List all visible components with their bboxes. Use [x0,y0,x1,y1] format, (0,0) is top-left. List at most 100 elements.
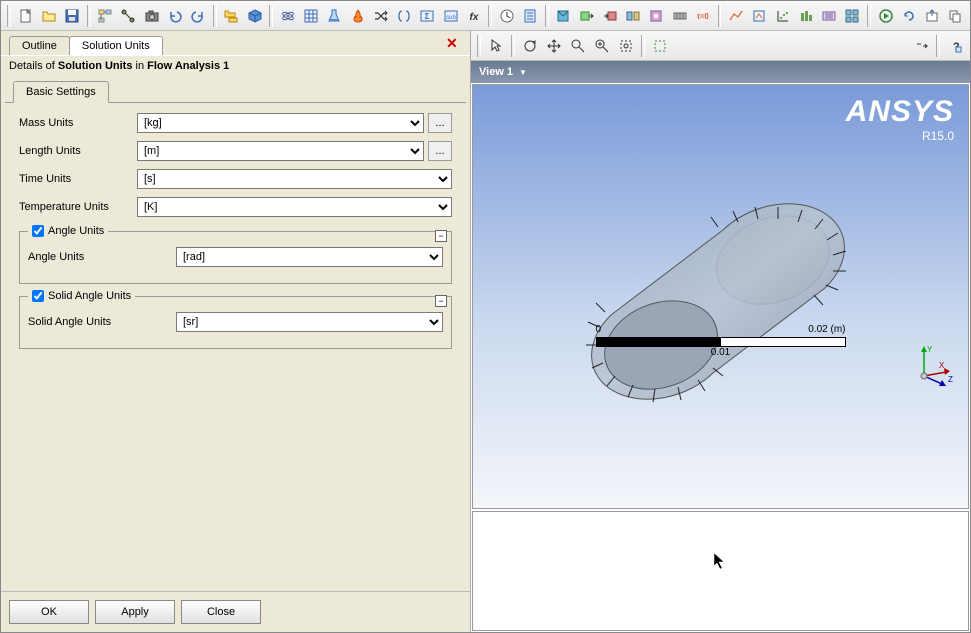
close-button[interactable]: Close [181,600,261,624]
sheet-icon[interactable] [520,5,541,27]
export-icon[interactable] [921,5,942,27]
new-icon[interactable] [15,5,36,27]
cube-icon[interactable] [244,5,265,27]
connector-icon[interactable] [118,5,139,27]
solid-angle-units-legend: Solid Angle Units [28,290,135,302]
inlet-icon[interactable] [576,5,597,27]
angle-units-checkbox[interactable] [32,225,44,237]
panel-tabs: Outline Solution Units ✕ [1,31,470,55]
mesh-icon[interactable] [300,5,321,27]
fx-icon[interactable]: fx [463,5,484,27]
length-units-label: Length Units [19,145,137,157]
svg-text:Σ: Σ [425,12,430,21]
time-units-select[interactable]: [s] [137,169,452,189]
select-icon[interactable] [649,35,671,57]
solid-angle-units-checkbox[interactable] [32,290,44,302]
viewport-3d[interactable]: ANSYS R15.0 [472,84,969,509]
folder-tree-icon[interactable] [221,5,242,27]
solver5-icon[interactable] [818,5,839,27]
fit-icon[interactable] [615,35,637,57]
source-icon[interactable] [646,5,667,27]
scale-max: 0.02 [808,324,827,335]
main-area: Outline Solution Units ✕ Details of Solu… [1,31,970,632]
save-icon[interactable] [61,5,82,27]
apply-button[interactable]: Apply [95,600,175,624]
solver4-icon[interactable] [795,5,816,27]
flame-icon[interactable] [347,5,368,27]
length-units-more-button[interactable]: ... [428,141,452,161]
interface-icon[interactable] [623,5,644,27]
angle-units-legend: Angle Units [28,225,108,237]
length-units-select[interactable]: [m] [137,141,424,161]
open-icon[interactable] [38,5,59,27]
more-icon[interactable] [910,35,932,57]
mass-units-select[interactable]: [kg] [137,113,424,133]
physics-icon[interactable] [277,5,298,27]
t0-icon[interactable]: t=0 [692,5,713,27]
toolbar-separator [867,5,871,27]
ok-button[interactable]: OK [9,600,89,624]
subtab-basic-settings[interactable]: Basic Settings [13,81,109,103]
outlet-icon[interactable] [599,5,620,27]
redo-icon[interactable] [188,5,209,27]
camera-icon[interactable] [141,5,162,27]
solver1-icon[interactable] [725,5,746,27]
run-icon[interactable] [875,5,896,27]
angle-units-group-label: Angle Units [48,225,104,237]
scale-unit: (m) [831,324,846,335]
zoom-icon[interactable] [567,35,589,57]
tab-outline[interactable]: Outline [9,36,70,55]
details-subject: Solution Units [58,60,133,72]
pointer-icon[interactable] [485,35,507,57]
toolbar-separator [213,5,217,27]
bracket-icon[interactable] [393,5,414,27]
refresh-icon[interactable] [898,5,919,27]
right-panel: ? View 1 ▼ ANSYS R15.0 [471,31,970,632]
view-header[interactable]: View 1 ▼ [471,61,970,83]
solver2-icon[interactable] [749,5,770,27]
axis-triad[interactable]: Y X Z [908,342,954,388]
message-area[interactable] [472,511,969,631]
brand-version: R15.0 [846,129,954,143]
row-temperature-units: Temperature Units [K] [19,197,452,217]
solid-angle-units-select[interactable]: [sr] [176,312,443,332]
pan-icon[interactable] [543,35,565,57]
time-units-label: Time Units [19,173,137,185]
undo-icon[interactable] [164,5,185,27]
temperature-units-select[interactable]: [K] [137,197,452,217]
flask-icon[interactable] [324,5,345,27]
scale-track [596,337,846,347]
cylinder-geometry [563,175,863,415]
collapse-icon[interactable]: − [435,230,447,242]
collapse-icon[interactable]: − [435,295,447,307]
row-mass-units: Mass Units [kg] ... [19,113,452,133]
rotate-icon[interactable] [519,35,541,57]
solver3-icon[interactable] [772,5,793,27]
shuffle-icon[interactable] [370,5,391,27]
sub-icon[interactable]: sub [440,5,461,27]
mass-units-more-button[interactable]: ... [428,113,452,133]
sigma-icon[interactable]: Σ [417,5,438,27]
walls-icon[interactable] [669,5,690,27]
clock-icon[interactable] [496,5,517,27]
close-icon[interactable]: ✕ [446,35,460,49]
domain-icon[interactable] [553,5,574,27]
dialog-buttons: OK Apply Close [1,591,470,632]
solid-angle-units-label: Solid Angle Units [28,316,176,328]
chevron-down-icon[interactable]: ▼ [519,68,527,77]
row-angle-units: Angle Units [rad] [28,247,443,267]
svg-text:Z: Z [948,375,953,384]
cursor-icon [713,552,727,570]
toolbar-separator [511,35,515,57]
help-icon[interactable]: ? [944,35,966,57]
tab-solution-units[interactable]: Solution Units [69,36,163,55]
toolbar-separator [7,5,11,27]
solver6-icon[interactable] [842,5,863,27]
details-prefix: Details of [9,60,58,72]
brand-name: ANSYS [846,95,954,129]
copy-icon[interactable] [945,5,966,27]
form-area: Mass Units [kg] ... Length Units [m] ...… [5,102,466,591]
tree-icon[interactable] [95,5,116,27]
zoom-box-icon[interactable] [591,35,613,57]
angle-units-select[interactable]: [rad] [176,247,443,267]
